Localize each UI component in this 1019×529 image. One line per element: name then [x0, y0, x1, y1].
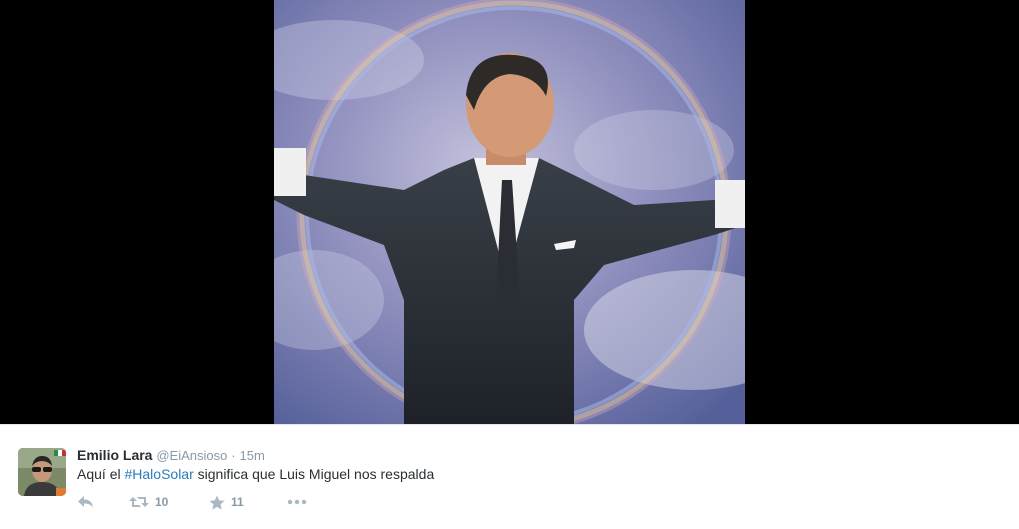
avatar[interactable]: [18, 448, 66, 496]
avatar-image: [18, 448, 66, 496]
reply-button[interactable]: [77, 495, 129, 509]
more-button[interactable]: [287, 499, 307, 505]
tweet-timestamp[interactable]: 15m: [240, 448, 265, 463]
retweet-count: 10: [155, 495, 169, 509]
photo-illustration: [274, 0, 745, 424]
time-separator: ·: [231, 448, 236, 463]
tweet-text-before: Aquí el: [77, 466, 125, 482]
favorite-button[interactable]: 11: [209, 495, 287, 510]
author-username[interactable]: @EiAnsioso: [156, 448, 227, 463]
star-icon: [209, 495, 225, 510]
tweet-actions: 10 11: [77, 492, 307, 512]
tweet-header: Emilio Lara @EiAnsioso · 15m: [77, 446, 265, 465]
author-fullname[interactable]: Emilio Lara: [77, 447, 152, 463]
tweet-text: Aquí el #HaloSolar significa que Luis Mi…: [77, 465, 434, 483]
retweet-icon: [129, 497, 149, 507]
hashtag-link[interactable]: #HaloSolar: [124, 466, 193, 482]
tweet-text-after: significa que Luis Miguel nos respalda: [193, 466, 435, 482]
retweet-button[interactable]: 10: [129, 495, 209, 509]
reply-icon: [78, 496, 93, 508]
tweet-photo[interactable]: [274, 0, 745, 424]
tweet: Emilio Lara @EiAnsioso · 15m Aquí el #Ha…: [0, 424, 1019, 529]
more-icon: [287, 499, 307, 505]
media-container: [0, 0, 1019, 424]
favorite-count: 11: [231, 495, 244, 509]
